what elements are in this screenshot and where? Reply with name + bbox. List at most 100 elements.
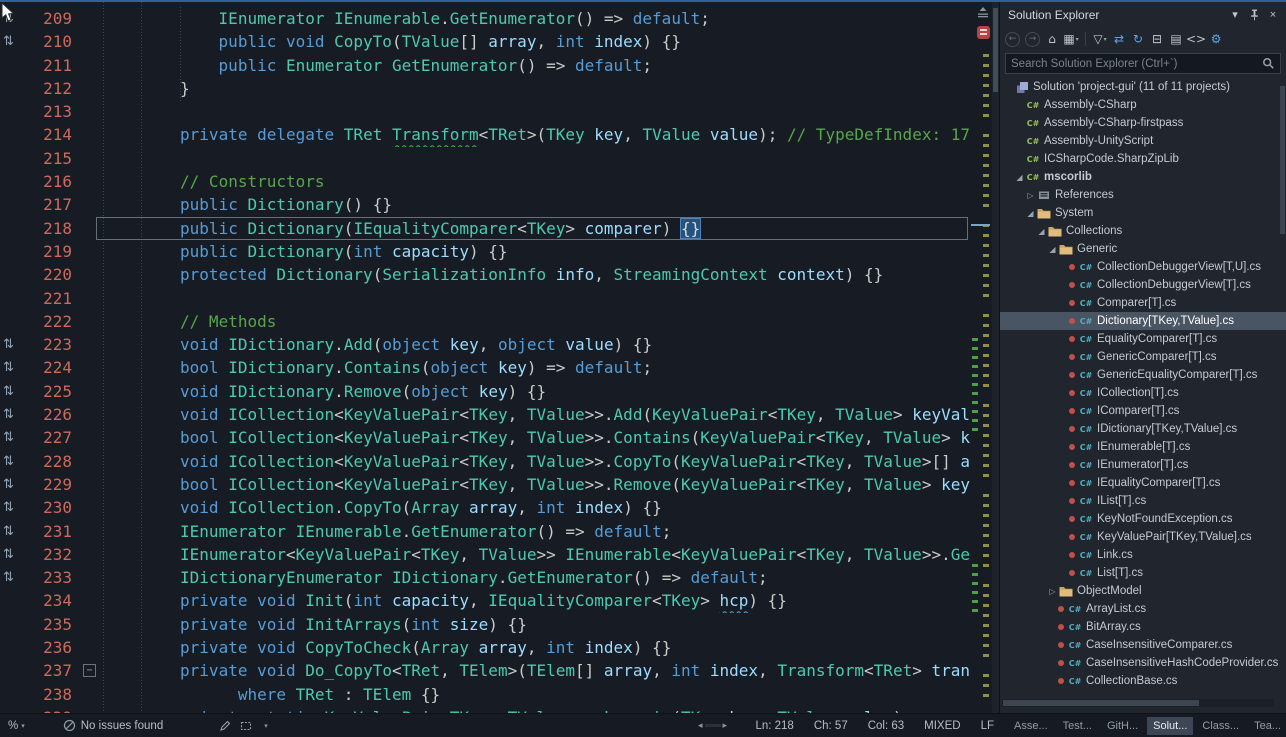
collapsed-arrow-icon[interactable]: ▷ <box>1047 587 1058 596</box>
code-line[interactable]: 235private void InitArrays(int size) {} <box>0 613 970 636</box>
tree-item[interactable]: ▷ObjectModel <box>1000 582 1286 600</box>
code-line[interactable]: ⇅232IEnumerator<KeyValuePair<TKey, TValu… <box>0 543 970 566</box>
search-box[interactable] <box>1005 53 1281 74</box>
filter-button[interactable]: ▽▾ <box>1091 30 1109 48</box>
collapse-all-button[interactable]: ⊟ <box>1148 30 1166 48</box>
tree-item[interactable]: C#CaseInsensitiveHashCodeProvider.cs <box>1000 654 1286 672</box>
code-editor[interactable]: ⇅209IEnumerator IEnumerable.GetEnumerato… <box>0 2 999 713</box>
tree-item[interactable]: C#GenericComparer[T].cs <box>1000 348 1286 366</box>
zoom-control[interactable]: % ▾ <box>8 720 25 732</box>
forward-button[interactable]: → <box>1025 32 1040 47</box>
code-line[interactable]: ⇅225void IDictionary.Remove(object key) … <box>0 380 970 403</box>
tree-item[interactable]: C#IEnumerator[T].cs <box>1000 456 1286 474</box>
properties-button[interactable]: ⚙ <box>1207 30 1225 48</box>
code-line[interactable]: 238where TRet : TElem {} <box>0 683 970 706</box>
tool-window-tab[interactable]: Asse... <box>1008 717 1054 735</box>
code-line[interactable]: 212} <box>0 77 970 100</box>
scroll-left-icon[interactable]: ◂ <box>698 721 703 730</box>
code-line[interactable]: 234private void Init(int capacity, IEqua… <box>0 589 970 612</box>
show-all-files-button[interactable]: ▤ <box>1167 30 1185 48</box>
window-position-icon[interactable]: ▾ <box>1227 7 1243 23</box>
code-line[interactable]: 219public Dictionary(int capacity) {} <box>0 240 970 263</box>
vertical-scrollbar[interactable] <box>992 2 999 713</box>
tool-window-tab[interactable]: Tea... <box>1248 717 1286 735</box>
tree-item[interactable]: C#ICollection[T].cs <box>1000 384 1286 402</box>
sync-active-document-button[interactable]: ⇄ <box>1110 30 1128 48</box>
tree-item[interactable]: ▷References <box>1000 186 1286 204</box>
char-indicator[interactable]: Ch: 57 <box>814 720 848 732</box>
search-input[interactable] <box>1011 58 1262 70</box>
code-line[interactable]: ⇅209IEnumerator IEnumerable.GetEnumerato… <box>0 7 970 30</box>
code-line[interactable]: 215 <box>0 147 970 170</box>
panel-title-bar[interactable]: Solution Explorer ▾× <box>1000 2 1286 27</box>
code-line[interactable]: 220protected Dictionary(SerializationInf… <box>0 263 970 286</box>
code-line[interactable]: 218public Dictionary(IEqualityComparer<T… <box>0 217 970 240</box>
code-line[interactable]: 217public Dictionary() {} <box>0 193 970 216</box>
code-line[interactable]: ⇅224bool IDictionary.Contains(object key… <box>0 356 970 379</box>
switch-views-button[interactable]: ▦▾ <box>1062 30 1080 48</box>
tree-item[interactable]: C#IList[T].cs <box>1000 492 1286 510</box>
panel-vertical-scrollbar[interactable] <box>1280 86 1285 234</box>
home-button[interactable]: ⌂ <box>1043 30 1061 48</box>
tree-item[interactable]: C#Assembly-UnityScript <box>1000 132 1286 150</box>
tree-item[interactable]: C#IComparer[T].cs <box>1000 402 1286 420</box>
scroll-right-icon[interactable]: ▸ <box>723 721 728 730</box>
tree-item[interactable]: C#EqualityComparer[T].cs <box>1000 330 1286 348</box>
tree-item[interactable]: C#ICSharpCode.SharpZipLib <box>1000 150 1286 168</box>
code-line[interactable]: ⇅230void ICollection.CopyTo(Array array,… <box>0 496 970 519</box>
panel-horizontal-scrollbar[interactable] <box>1002 699 1274 707</box>
pen-icon[interactable] <box>219 720 231 732</box>
panel-horizontal-scrollbar-thumb[interactable] <box>1003 700 1199 706</box>
tree-item[interactable]: C#IDictionary[TKey,TValue].cs <box>1000 420 1286 438</box>
back-button[interactable]: ← <box>1005 32 1020 47</box>
code-line[interactable]: ⇅226void ICollection<KeyValuePair<TKey, … <box>0 403 970 426</box>
tree-item[interactable]: C#CaseInsensitiveComparer.cs <box>1000 636 1286 654</box>
tree-item[interactable]: C#Assembly-CSharp <box>1000 96 1286 114</box>
expanded-arrow-icon[interactable]: ◢ <box>1036 227 1047 236</box>
tree-item[interactable]: ◢C#mscorlib <box>1000 168 1286 186</box>
code-line[interactable]: ⇅210public void CopyTo(TValue[] array, i… <box>0 30 970 53</box>
code-line[interactable]: 214private delegate TRet Transform<TRet>… <box>0 123 970 146</box>
code-line[interactable]: 237−private void Do_CopyTo<TRet, TElem>(… <box>0 659 970 682</box>
code-line[interactable]: 221 <box>0 287 970 310</box>
code-line[interactable]: 239private static KeyValuePair<TKey, TVa… <box>0 706 970 713</box>
tree-item[interactable]: C#BitArray.cs <box>1000 618 1286 636</box>
tree-item[interactable]: C#ArrayList.cs <box>1000 600 1286 618</box>
scroll-track[interactable] <box>705 724 721 727</box>
status-caret-icon[interactable]: ▾ <box>264 722 268 730</box>
refresh-button[interactable]: ↻ <box>1129 30 1147 48</box>
close-icon[interactable]: × <box>1265 7 1281 23</box>
selection-box-icon[interactable] <box>240 720 252 732</box>
issues-indicator[interactable]: No issues found <box>63 719 163 732</box>
tree-item[interactable]: C#IEqualityComparer[T].cs <box>1000 474 1286 492</box>
vertical-scrollbar-thumb[interactable] <box>993 8 998 92</box>
code-line[interactable]: 236private void CopyToCheck(Array array,… <box>0 636 970 659</box>
code-line[interactable]: ⇅231IEnumerator IEnumerable.GetEnumerato… <box>0 520 970 543</box>
tree-item[interactable]: C#CollectionBase.cs <box>1000 672 1286 690</box>
tree-item[interactable]: C#Assembly-CSharp-firstpass <box>1000 114 1286 132</box>
code-line[interactable]: ⇅223void IDictionary.Add(object key, obj… <box>0 333 970 356</box>
tool-window-tab[interactable]: Solut... <box>1147 717 1193 735</box>
expanded-arrow-icon[interactable]: ◢ <box>1047 245 1058 254</box>
tree-item[interactable]: C#Dictionary[TKey,TValue].cs <box>1000 312 1286 330</box>
tree-item[interactable]: C#Link.cs <box>1000 546 1286 564</box>
tree-item[interactable]: ◢Collections <box>1000 222 1286 240</box>
editor-horizontal-scrollbar[interactable]: ◂ ▸ <box>698 721 727 730</box>
fold-collapse-icon[interactable]: − <box>83 664 96 677</box>
code-line[interactable]: 211public Enumerator GetEnumerator() => … <box>0 54 970 77</box>
tool-window-tab[interactable]: GitH... <box>1101 717 1144 735</box>
column-indicator[interactable]: Col: 63 <box>868 720 904 732</box>
code-line[interactable]: ⇅233IDictionaryEnumerator IDictionary.Ge… <box>0 566 970 589</box>
collapsed-arrow-icon[interactable]: ▷ <box>1025 191 1036 200</box>
eol-indicator[interactable]: LF <box>981 720 994 732</box>
tree-item[interactable]: ◢Generic <box>1000 240 1286 258</box>
view-code-button[interactable]: <> <box>1186 30 1206 48</box>
expanded-arrow-icon[interactable]: ◢ <box>1014 173 1025 182</box>
tree-item[interactable]: C#IEnumerable[T].cs <box>1000 438 1286 456</box>
code-line[interactable]: ⇅229bool ICollection<KeyValuePair<TKey, … <box>0 473 970 496</box>
tool-window-tab[interactable]: Class... <box>1196 717 1245 735</box>
code-line[interactable]: 222// Methods <box>0 310 970 333</box>
tool-window-tab[interactable]: Test... <box>1057 717 1098 735</box>
code-line[interactable]: ⇅228void ICollection<KeyValuePair<TKey, … <box>0 450 970 473</box>
line-indicator[interactable]: Ln: 218 <box>755 720 793 732</box>
